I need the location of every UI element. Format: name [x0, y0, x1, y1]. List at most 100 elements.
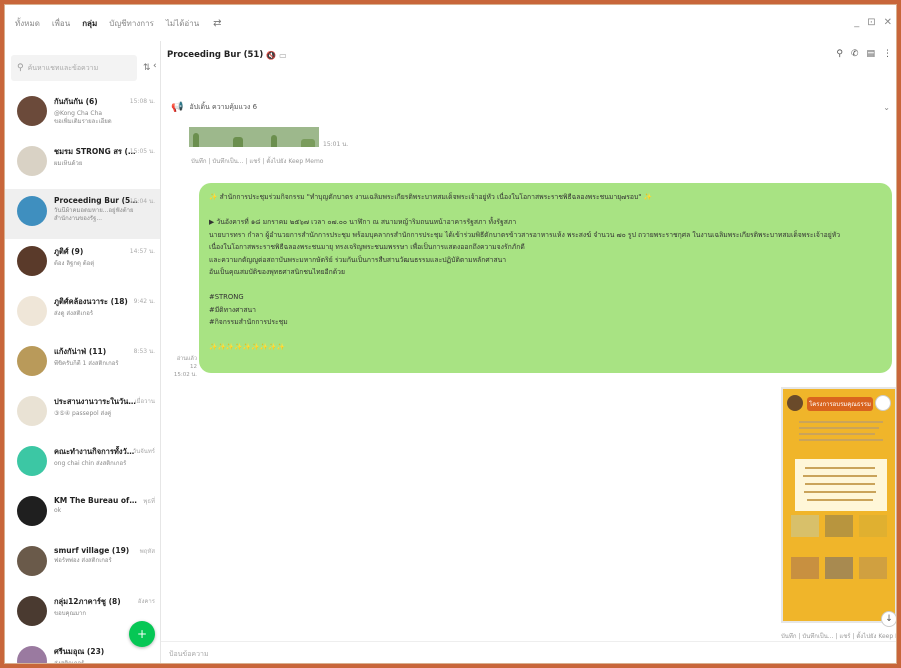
chat-text: กันกันกัน (6) @Kong Cha Cha ขอเพิ่มเติมรา…: [54, 93, 138, 126]
poster-title: โครงการอบรมคุณธรรม: [807, 397, 873, 411]
chat-list-item[interactable]: smurf village (19) ฟอร์ทพ่อง ส่งสติกเกอร์…: [5, 539, 160, 589]
chat-list-item[interactable]: กันกันกัน (6) @Kong Cha Cha ขอเพิ่มเติมรา…: [5, 89, 160, 139]
announcement-bar[interactable]: 📢 อัปเดิ้น ความคุ้มแวง 6 ⌄: [161, 97, 896, 117]
message-line: เนื่องในโอกาสพระราชพิธีฉลองพระชนมายุ ทรง…: [209, 243, 525, 251]
chat-name: ชมรม STRONG สร (386): [54, 147, 138, 156]
chat-preview: ผมเห็นด้วย: [54, 160, 83, 167]
header-actions: ⚲ ✆ ▤ ⋮: [836, 49, 892, 59]
notes-icon[interactable]: ▭: [279, 51, 287, 60]
chat-time: 15:05 น.: [129, 148, 155, 155]
chat-name: ประสานงานวาระในวันนั่... (29): [54, 397, 138, 406]
read-receipt-text: อ่านแล้ว 12 15:02 น.: [173, 356, 197, 378]
chat-list-item[interactable]: KM The Bureau of Parli... (17) ok พุธที่: [5, 489, 160, 539]
sort-icon[interactable]: ⇅: [143, 63, 151, 73]
chat-list-item[interactable]: Proceeding Bur (51) วันนี้ผ้าคมอดมหาย...อ…: [5, 189, 160, 239]
chat-text: ภูติศ์ (9) ต้อง ลิฐกตุ ต้อตุ่: [54, 243, 138, 268]
chat-time: 15:04 น.: [129, 198, 155, 205]
message-line: [209, 204, 882, 217]
chat-preview: ขอบคุณมาก: [54, 610, 87, 617]
avatar: [17, 496, 47, 526]
avatar: [17, 246, 47, 276]
chat-preview: ส่งสติกเกอร์: [54, 660, 85, 664]
search-icon[interactable]: ⚲: [836, 49, 843, 59]
tab-official[interactable]: บัญชีทางการ: [109, 17, 154, 30]
maximize-icon[interactable]: ⊡: [867, 17, 875, 28]
top-tab-bar: ทั้งหมด เพื่อน กลุ่ม บัญชีทางการ ไม่ได้อ…: [5, 5, 896, 41]
message-line: #STRONG: [209, 293, 244, 301]
message-line: อันเป็นคุณสมบัติของพุทธศาสนิกชนไทยอีกด้ว…: [209, 268, 345, 276]
chat-name: ศรีนมอุณ (23): [54, 647, 105, 656]
avatar: [17, 596, 47, 626]
chat-text: Proceeding Bur (51) วันนี้ผ้าคมอดมหาย...อ…: [54, 193, 138, 223]
chat-name: KM The Bureau of Parli... (17): [54, 496, 138, 505]
message-line: #มีติทางศาสนา: [209, 305, 256, 314]
message-line: ✨ สำนักการประชุมร่วมกิจกรรม "ทำบุญตักบาต…: [209, 193, 653, 201]
chat-name: Proceeding Bur (51): [54, 196, 138, 205]
search-row: ⚲ ค้นหาแชทและข้อความ ⇅ ‹: [11, 55, 160, 81]
chat-header: Proceeding Bur (51) 🔇 ▭ ⚲ ✆ ▤ ⋮: [161, 41, 896, 69]
chat-list-item[interactable]: ชมรม STRONG สร (386) ผมเห็นด้วย 15:05 น.: [5, 139, 160, 189]
shared-image[interactable]: [189, 127, 319, 147]
chat-preview: ok: [54, 507, 62, 514]
message-bubble[interactable]: ✨ สำนักการประชุมร่วมกิจกรรม "ทำบุญตักบาต…: [199, 183, 892, 373]
call-icon[interactable]: ✆: [851, 49, 859, 59]
tab-all[interactable]: ทั้งหมด: [15, 17, 40, 30]
chat-preview: วันนี้ผ้าคมอดมหาย...อยู่ฟังต้าย สำนักงาน…: [54, 207, 134, 222]
message-line: นายบารทรา กำลา ผู้อำนวยการสำนักการประชุม…: [209, 230, 841, 239]
avatar: [17, 346, 47, 376]
chat-preview: @Kong Cha Cha ขอเพิ่มเติมรายละเอียด: [54, 110, 112, 125]
chat-text: ภูติศ์คล้องนวาระ (18) ส่งดู ส่งสติเกอร์: [54, 293, 138, 318]
chat-sidebar: ⚲ ค้นหาแชทและข้อความ ⇅ ‹ กันกันกัน (6) @K…: [5, 41, 161, 664]
chat-name: ภูติศ์ (9): [54, 247, 84, 256]
chat-text: กลุ่ม12ภาคาร์ชู (8) ขอบคุณมาก: [54, 593, 138, 618]
avatar: [17, 396, 47, 426]
chat-text: smurf village (19) ฟอร์ทพ่อง ส่งสติกเกอร์: [54, 543, 138, 565]
chat-name: กันกันกัน (6): [54, 97, 98, 106]
message-input[interactable]: ป้อนข้อความ: [161, 641, 896, 663]
chat-preview: ③⑤④ passepol ส่งคู่: [54, 410, 112, 417]
logo-icon: [787, 395, 803, 411]
avatar: [17, 96, 47, 126]
search-input[interactable]: ⚲ ค้นหาแชทและข้อความ: [11, 55, 137, 81]
chat-list-item[interactable]: แก้งกัน่าฟ่ (11) พี่ขิ่ครับก็ตี่ 1 ส่งสติ…: [5, 339, 160, 389]
chat-list: กันกันกัน (6) @Kong Cha Cha ขอเพิ่มเติมรา…: [5, 89, 160, 664]
image-timestamp: 15:01 น.: [323, 141, 349, 148]
collapse-sidebar-icon[interactable]: ‹: [153, 61, 160, 75]
chat-list-item[interactable]: ประสานงานวาระในวันนั่... (29) ③⑤④ passepo…: [5, 389, 160, 439]
message-placeholder: ป้อนข้อความ: [169, 650, 209, 658]
poster-actions[interactable]: บันทึก | บันทึกเป็น... | แชร์ | ตั้งไปยั…: [781, 631, 896, 641]
avatar: [17, 446, 47, 476]
message-line: ▶ วันอังคารที่ ๑๘ มกราคม ๒๕๖๗ เวลา ๐๗.๐๐…: [209, 218, 517, 226]
chat-list-item[interactable]: ภูติศ์ (9) ต้อง ลิฐกตุ ต้อตุ่ 14:57 น.: [5, 239, 160, 289]
avatar: [17, 196, 47, 226]
image-actions[interactable]: บันทึก | บันทึกเป็น... | แชร์ | ตั้งไปยั…: [191, 156, 323, 166]
chat-text: แก้งกัน่าฟ่ (11) พี่ขิ่ครับก็ตี่ 1 ส่งสติ…: [54, 343, 138, 368]
scroll-to-bottom-button[interactable]: ↓: [881, 611, 896, 627]
tab-friends[interactable]: เพื่อน: [52, 17, 70, 30]
chat-list-item[interactable]: ภูติศ์คล้องนวาระ (18) ส่งดู ส่งสติเกอร์ 9:…: [5, 289, 160, 339]
tab-unread[interactable]: ไม่ได้อ่าน: [166, 17, 199, 30]
chat-name: คณะทำงานกิจการทั้งวัน... (22): [54, 447, 138, 456]
poster-image[interactable]: โครงการอบรมคุณธรรม: [781, 387, 896, 623]
chevron-down-icon[interactable]: ⌄: [883, 103, 890, 112]
chat-time: 15:08 น.: [129, 98, 155, 105]
chat-preview: ต้อง ลิฐกตุ ต้อตุ่: [54, 260, 95, 267]
close-icon[interactable]: ✕: [884, 17, 892, 28]
notes-list-icon[interactable]: ▤: [866, 49, 875, 59]
chat-time: 8:53 น.: [133, 348, 155, 355]
avatar: [17, 646, 47, 663]
room-title[interactable]: Proceeding Bur (51): [167, 50, 263, 60]
window-controls: _ ⊡ ✕: [854, 17, 892, 28]
more-menu-icon[interactable]: ⋮: [883, 49, 892, 59]
chat-list-item[interactable]: คณะทำงานกิจการทั้งวัน... (22) ong chai ch…: [5, 439, 160, 489]
new-chat-button[interactable]: +: [129, 621, 155, 647]
chat-text: ชมรม STRONG สร (386) ผมเห็นด้วย: [54, 143, 138, 168]
read-receipt: อ่านแล้ว 12 15:02 น.: [171, 355, 197, 379]
chat-text: ศรีนมอุณ (23) ส่งสติกเกอร์: [54, 643, 138, 664]
seal-icon: [875, 395, 891, 411]
avatar: [17, 296, 47, 326]
mute-icon: 🔇: [266, 50, 277, 60]
tab-groups[interactable]: กลุ่ม: [82, 17, 97, 30]
minimize-icon[interactable]: _: [854, 17, 859, 28]
filter-icon[interactable]: ⇄: [213, 18, 221, 29]
